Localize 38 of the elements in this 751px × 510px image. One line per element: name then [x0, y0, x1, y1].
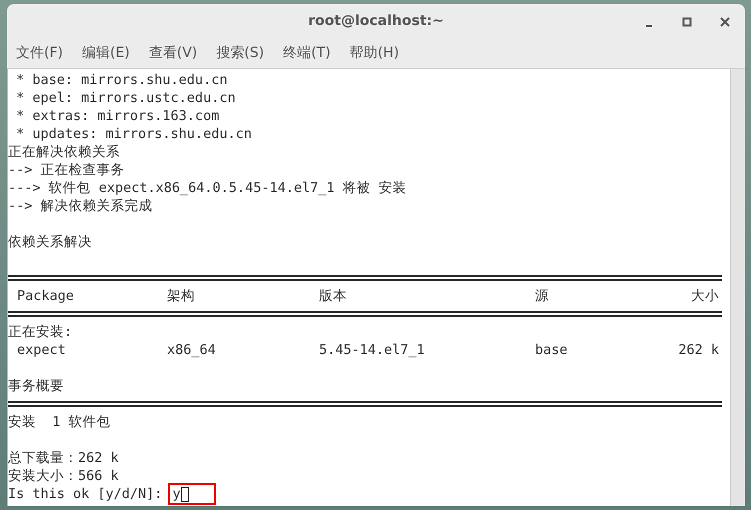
- scrollbar[interactable]: [730, 69, 745, 506]
- terminal-line: 安装 1 软件包: [8, 413, 111, 431]
- terminal-line: 依赖关系解决: [8, 233, 92, 251]
- column-header: 架构: [167, 287, 196, 305]
- menu-item[interactable]: 搜索(S): [216, 44, 264, 62]
- terminal-line: * extras: mirrors.163.com: [15, 107, 220, 125]
- terminal-line: ---> 软件包 expect.x86_64.0.5.45-14.el7_1 将被 安装: [8, 179, 407, 197]
- menu-item[interactable]: 查看(V): [148, 44, 198, 62]
- menu-item[interactable]: 编辑(E): [82, 44, 130, 62]
- minimize-icon: [646, 25, 652, 27]
- terminal-line: * updates: mirrors.shu.edu.cn: [15, 125, 252, 143]
- menu-item[interactable]: 终端(T): [283, 44, 331, 62]
- answer-field[interactable]: y: [168, 483, 216, 505]
- terminal-line: 安装大小：566 k: [8, 467, 119, 485]
- terminal-line: * base: mirrors.shu.edu.cn: [15, 71, 228, 89]
- column-header: Package: [16, 287, 75, 305]
- column-header: 大小: [690, 287, 719, 305]
- table-cell-text: base: [535, 341, 569, 359]
- terminal-line: 正在安装:: [8, 323, 72, 341]
- terminal-line: --> 正在检查事务: [8, 161, 125, 179]
- column-header: 版本: [319, 287, 348, 305]
- table-cell-text: expect: [16, 341, 67, 359]
- close-icon: [720, 17, 730, 27]
- table-cell-text: 5.45-14.el7_1: [319, 341, 426, 359]
- terminal-line: 正在解决依赖关系: [8, 143, 120, 161]
- maximize-icon: [682, 17, 692, 27]
- column-header: 源: [535, 287, 550, 305]
- terminal-line: * epel: mirrors.ustc.edu.cn: [15, 89, 236, 107]
- table-cell-text: 262 k: [677, 341, 719, 359]
- menu-item[interactable]: 帮助(H): [350, 44, 400, 62]
- prompt-text: Is this ok [y/d/N]:: [8, 485, 162, 503]
- text-cursor: [180, 486, 189, 502]
- terminal-line: 事务概要: [8, 377, 64, 395]
- terminal-line: --> 解决依赖关系完成: [8, 197, 153, 215]
- menu-item[interactable]: 文件(F): [16, 44, 63, 62]
- window-title: root@localhost:~: [308, 13, 444, 29]
- terminal-line: 总下载量：262 k: [8, 449, 119, 467]
- table-cell-text: x86_64: [167, 341, 217, 359]
